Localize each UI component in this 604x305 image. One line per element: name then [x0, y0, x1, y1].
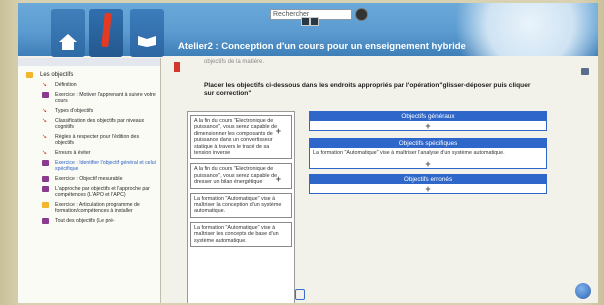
sidebar-item-label: Exercice : Articulation programme de for…: [55, 202, 140, 214]
add-icon[interactable]: +: [310, 184, 546, 194]
arrow-icon: ↘: [42, 82, 48, 88]
sidebar-item-label: Exercice : Identifier l'objectif général…: [55, 160, 156, 172]
sidebar-item[interactable]: L'approche par objectifs et l'approche p…: [18, 186, 160, 198]
drag-handle-icon[interactable]: +: [276, 175, 281, 185]
draggable-objective[interactable]: La formation "Automatique" vise à maîtri…: [190, 221, 292, 248]
sidebar-item-label: Types d'objectifs: [55, 108, 94, 114]
sidebar-item[interactable]: ↘ Types d'objectifs: [18, 108, 160, 114]
objective-text: La formation "Automatique" vise à maîtri…: [194, 224, 279, 244]
course-outline-sidebar: Les objectifs ↘ Définition Exercice : Motiv…: [18, 58, 161, 303]
draggable-objective[interactable]: La formation "Automatique" vise à maîtri…: [190, 192, 292, 218]
add-icon[interactable]: +: [310, 121, 546, 131]
zone-title: Objectifs erronés: [310, 175, 546, 184]
sidebar-item-label: Tout des objectifs (Le pré-: [55, 218, 115, 224]
draggable-objectives-list: A la fin du cours "Electronique de puiss…: [187, 111, 295, 303]
help-icon[interactable]: [575, 283, 591, 299]
arrow-icon: ↘: [42, 134, 48, 140]
arrow-icon: ↘: [42, 118, 48, 124]
sidebar-item[interactable]: Tout des objectifs (Le pré-: [18, 218, 160, 224]
bookmark-icon: [174, 62, 180, 72]
sidebar-item-label: Définition: [55, 82, 77, 88]
arrow-icon: ↘: [42, 108, 48, 114]
home-button[interactable]: [51, 9, 85, 57]
sidebar-item[interactable]: ↘ Classification des objectifs par niveau…: [18, 118, 160, 130]
plus-glyph: +: [425, 184, 431, 194]
exercise-icon: [42, 92, 49, 98]
sidebar-item[interactable]: ↘ Erreurs à éviter: [18, 150, 160, 156]
page-title: Atelier2 : Conception d'un cours pour un…: [178, 41, 466, 52]
sidebar-item[interactable]: Les objectifs: [18, 72, 160, 78]
zone-title: Objectifs spécifiques: [310, 139, 546, 148]
print-icon[interactable]: [581, 68, 589, 75]
exercise-area: objectifs de la matière. Placer les obje…: [168, 58, 598, 303]
book-icon: [138, 36, 156, 47]
sidebar-item-label: Exercice : Motiver l'apprenant à suivre …: [55, 92, 156, 104]
sidebar-item[interactable]: ↘ Règles à respecter pour l'édition des o…: [18, 134, 160, 146]
book-button[interactable]: [130, 9, 164, 57]
sidebar-item-label: Exercice : Objectif mesurable: [55, 176, 123, 182]
home-icon: [59, 34, 77, 50]
arrow-icon: ↘: [42, 150, 48, 156]
draggable-objective[interactable]: A la fin du cours "Electronique de puiss…: [190, 115, 292, 160]
sidebar-item[interactable]: Exercice : Motiver l'apprenant à suivre …: [18, 92, 160, 104]
add-icon[interactable]: +: [310, 159, 546, 168]
exercise-icon: [42, 176, 49, 182]
sidebar-item[interactable]: Exercice : Objectif mesurable: [18, 176, 160, 182]
dropped-item[interactable]: La formation "Automatique" vise à maîtri…: [310, 148, 546, 159]
sidebar-item[interactable]: Exercice : Articulation programme de for…: [18, 202, 160, 214]
header-banner: Rechercher Atelier2 : Conception d'un co…: [18, 3, 598, 57]
folder-icon: [42, 202, 49, 208]
sidebar-item-label: L'approche par objectifs et l'approche p…: [55, 186, 150, 198]
folder-icon: [26, 72, 33, 78]
sidebar-header: [18, 58, 160, 66]
objective-text: La formation "Automatique" vise à maîtri…: [194, 195, 282, 215]
objective-text: A la fin du cours "Electronique de puiss…: [194, 118, 278, 157]
exercise-icon: [42, 218, 49, 224]
plus-glyph: +: [425, 121, 431, 131]
sidebar-item[interactable]: Exercice : Identifier l'objectif général…: [18, 160, 160, 172]
sidebar-item-label: Les objectifs: [40, 72, 74, 78]
pencil-icon: [101, 12, 112, 48]
drop-zone-general[interactable]: Objectifs généraux +: [309, 111, 547, 131]
search-option-icon[interactable]: [310, 17, 319, 26]
zone-title: Objectifs généraux: [310, 112, 546, 121]
sidebar-item[interactable]: ↘ Définition: [18, 82, 160, 88]
exercise-instruction: Placer les objectifs ci-dessous dans les…: [204, 82, 531, 97]
correction-icon[interactable]: [295, 289, 305, 300]
search-icon[interactable]: [355, 8, 368, 21]
plus-glyph: +: [425, 158, 431, 169]
sidebar-item-label: Erreurs à éviter: [55, 150, 91, 156]
drag-handle-icon[interactable]: +: [276, 126, 281, 136]
faded-intro-text: objectifs de la matière.: [204, 59, 265, 65]
exercise-icon: [42, 186, 49, 192]
edit-button[interactable]: [89, 9, 123, 57]
drop-zone-specific[interactable]: Objectifs spécifiques La formation "Auto…: [309, 138, 547, 169]
outline-list: Les objectifs ↘ Définition Exercice : Motiv…: [18, 72, 160, 224]
browser-screen: Rechercher Atelier2 : Conception d'un co…: [18, 3, 598, 303]
drop-zone-wrong[interactable]: Objectifs erronés +: [309, 174, 547, 194]
search-option-icon[interactable]: [301, 17, 310, 26]
draggable-objective[interactable]: A la fin du cours "Electronique de puiss…: [190, 163, 292, 189]
sidebar-item-label: Règles à respecter pour l'édition des ob…: [55, 134, 140, 146]
objective-text: A la fin du cours "Electronique de puiss…: [194, 166, 278, 186]
exercise-icon: [42, 160, 49, 166]
sidebar-item-label: Classification des objectifs par niveaux…: [55, 118, 145, 130]
